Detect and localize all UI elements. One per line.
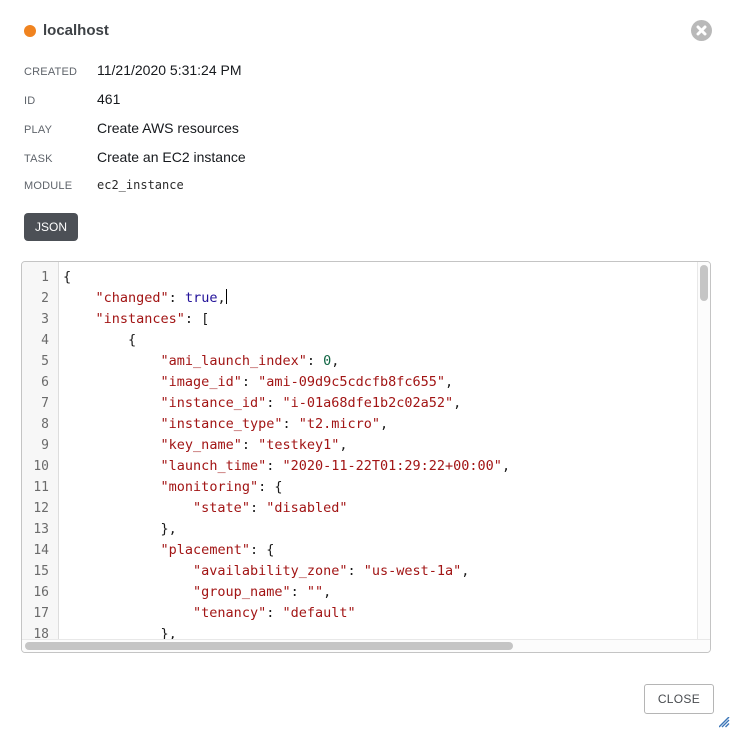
vertical-scrollbar-thumb[interactable] (700, 265, 708, 301)
host-title: localhost (43, 22, 109, 39)
code-line[interactable]: }, (63, 519, 697, 540)
code-line[interactable]: "instances": [ (63, 309, 697, 330)
close-button[interactable]: CLOSE (644, 684, 714, 714)
json-output-editor: 123456789101112131415161718 { "changed":… (21, 261, 711, 653)
detail-row-id: ID 461 (24, 91, 732, 107)
line-number: 9 (22, 435, 58, 456)
line-number: 17 (22, 603, 58, 624)
detail-label: PLAY (24, 124, 97, 136)
detail-label: CREATED (24, 66, 97, 78)
line-number: 14 (22, 540, 58, 561)
code-line[interactable]: "state": "disabled" (63, 498, 697, 519)
text-cursor (226, 289, 228, 304)
json-view-toggle-button[interactable]: JSON (24, 213, 78, 241)
host-status-dot-icon (24, 25, 36, 37)
code-line[interactable]: "key_name": "testkey1", (63, 435, 697, 456)
resize-grip-icon[interactable] (719, 717, 730, 728)
code-line[interactable]: "monitoring": { (63, 477, 697, 498)
editor-main: 123456789101112131415161718 { "changed":… (22, 262, 710, 639)
code-line[interactable]: }, (63, 624, 697, 639)
code-line[interactable]: "ami_launch_index": 0, (63, 351, 697, 372)
code-line[interactable]: "instance_id": "i-01a68dfe1b2c02a52", (63, 393, 697, 414)
line-number: 15 (22, 561, 58, 582)
code-line[interactable]: "tenancy": "default" (63, 603, 697, 624)
code-line[interactable]: "image_id": "ami-09d9c5cdcfb8fc655", (63, 372, 697, 393)
close-icon[interactable] (691, 20, 712, 41)
code-line[interactable]: "placement": { (63, 540, 697, 561)
modal-footer: CLOSE (0, 684, 714, 714)
code-line[interactable]: "changed": true, (63, 288, 697, 309)
editor-code[interactable]: { "changed": true, "instances": [ { "ami… (59, 262, 697, 639)
detail-label: ID (24, 95, 97, 107)
detail-row-play: PLAY Create AWS resources (24, 120, 732, 136)
line-number: 3 (22, 309, 58, 330)
detail-row-created: CREATED 11/21/2020 5:31:24 PM (24, 62, 732, 78)
detail-value: 461 (97, 91, 120, 107)
line-number: 2 (22, 288, 58, 309)
vertical-scrollbar[interactable] (697, 262, 710, 639)
code-line[interactable]: "instance_type": "t2.micro", (63, 414, 697, 435)
horizontal-scrollbar-thumb[interactable] (25, 642, 513, 650)
detail-value: Create an EC2 instance (97, 149, 246, 165)
host-details: CREATED 11/21/2020 5:31:24 PM ID 461 PLA… (24, 62, 732, 192)
editor-gutter: 123456789101112131415161718 (22, 262, 59, 639)
line-number: 4 (22, 330, 58, 351)
line-number: 16 (22, 582, 58, 603)
detail-row-module: MODULE ec2_instance (24, 178, 732, 192)
line-number: 10 (22, 456, 58, 477)
code-line[interactable]: "availability_zone": "us-west-1a", (63, 561, 697, 582)
detail-value: Create AWS resources (97, 120, 239, 136)
line-number: 7 (22, 393, 58, 414)
detail-row-task: TASK Create an EC2 instance (24, 149, 732, 165)
code-line[interactable]: "launch_time": "2020-11-22T01:29:22+00:0… (63, 456, 697, 477)
line-number: 6 (22, 372, 58, 393)
horizontal-scrollbar[interactable] (22, 639, 710, 652)
line-number: 5 (22, 351, 58, 372)
detail-label: TASK (24, 153, 97, 165)
code-line[interactable]: { (63, 267, 697, 288)
line-number: 12 (22, 498, 58, 519)
x-icon (696, 25, 707, 36)
detail-value: 11/21/2020 5:31:24 PM (97, 62, 242, 78)
detail-label: MODULE (24, 180, 97, 192)
line-number: 1 (22, 267, 58, 288)
line-number: 13 (22, 519, 58, 540)
code-line[interactable]: { (63, 330, 697, 351)
code-line[interactable]: "group_name": "", (63, 582, 697, 603)
detail-value: ec2_instance (97, 178, 184, 192)
modal-header: localhost (0, 0, 732, 41)
line-number: 11 (22, 477, 58, 498)
line-number: 8 (22, 414, 58, 435)
